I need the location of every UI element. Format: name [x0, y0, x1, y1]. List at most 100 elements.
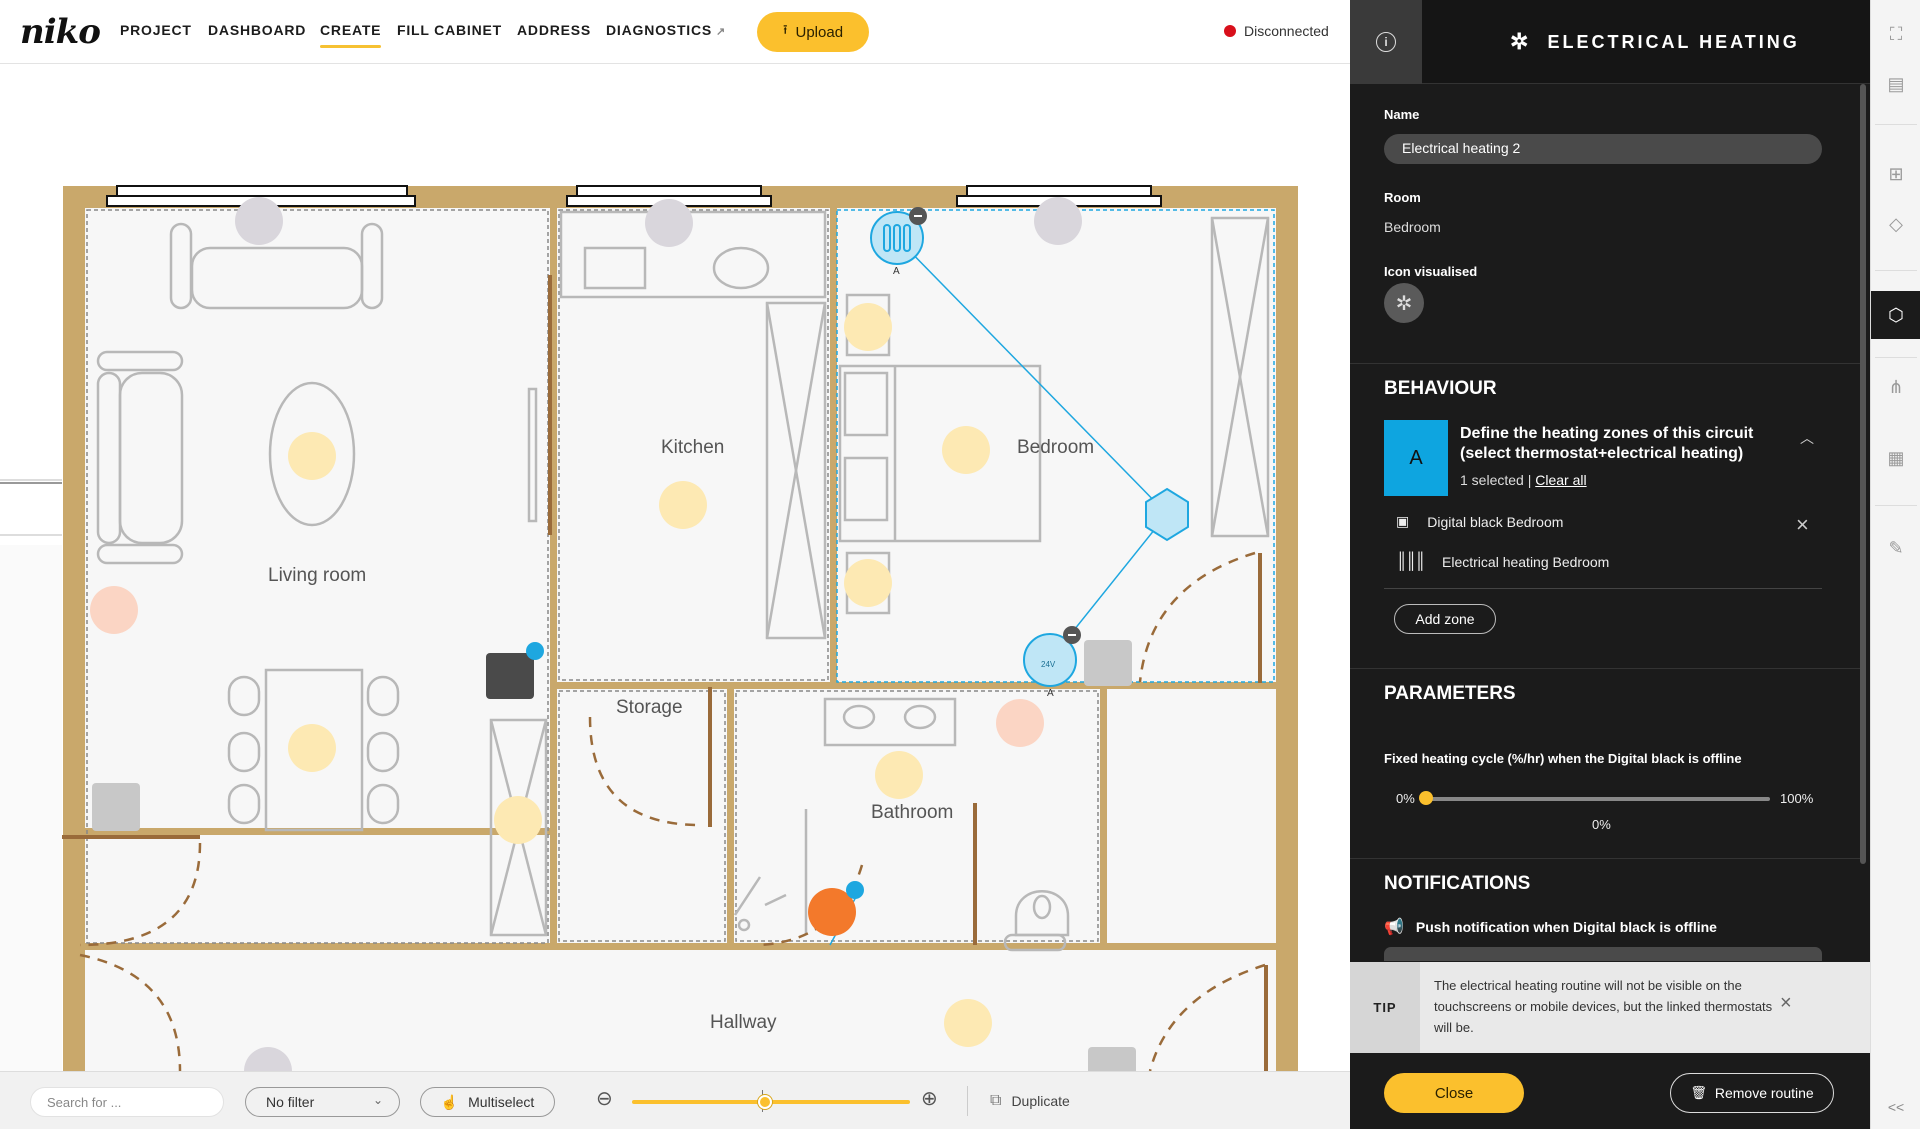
nav-diagnostics[interactable]: DIAGNOSTICS ↗	[606, 22, 726, 38]
notifications-heading: NOTIFICATIONS	[1384, 873, 1531, 894]
zoom-in-icon[interactable]: ⊕	[921, 1086, 938, 1111]
add-badge	[526, 642, 544, 660]
room-value[interactable]: Bedroom	[1384, 219, 1441, 235]
nav-create[interactable]: CREATE	[320, 22, 382, 48]
zone-a-badge[interactable]: A	[1384, 420, 1448, 496]
zone-selection-info: 1 selected | Clear all	[1460, 472, 1587, 488]
chevron-up-icon[interactable]: ︿	[1800, 428, 1814, 448]
thermostat-voltage-label: 24V	[1041, 660, 1056, 669]
grid-device-bedroom	[1084, 640, 1132, 686]
rail-divider	[1875, 124, 1917, 125]
remove-routine-button[interactable]: 🗑 Remove routine	[1670, 1073, 1834, 1113]
heating-snowflake-icon: ✲	[1510, 29, 1532, 54]
floorplan-canvas[interactable]: Living room Kitchen Bedroom Storage Bath…	[0, 65, 1350, 1071]
heating-icon-bathroom	[996, 699, 1044, 747]
add-zone-button[interactable]: Add zone	[1394, 604, 1496, 634]
connection-status: Disconnected	[1224, 23, 1329, 39]
tip-label: TIP	[1350, 962, 1420, 1053]
add-device-icon[interactable]: ⊞	[1871, 150, 1920, 198]
duplicate-icon: ⧉	[990, 1092, 1002, 1109]
clear-all-link[interactable]: Clear all	[1535, 472, 1586, 488]
niko-logo: niko	[20, 12, 101, 52]
living-lower-floor	[85, 835, 550, 943]
floorplan-drawing	[0, 185, 1298, 1071]
connections-icon[interactable]: ⋔	[1871, 363, 1920, 411]
parameters-heading: PARAMETERS	[1384, 683, 1516, 704]
status-dot-icon	[1224, 25, 1236, 37]
megaphone-icon: 📢	[1384, 919, 1404, 936]
tip-text: The electrical heating routine will not …	[1434, 978, 1773, 1035]
name-label: Name	[1384, 107, 1420, 122]
nav-project[interactable]: PROJECT	[120, 22, 192, 38]
zone-item-label: Electrical heating Bedroom	[1442, 554, 1610, 570]
upload-label: Upload	[795, 23, 844, 41]
search-input[interactable]: Search for ...	[30, 1087, 224, 1117]
panel-scrollbar[interactable]	[1860, 84, 1866, 864]
room-label-bathroom: Bathroom	[871, 802, 954, 823]
collapse-panel-icon[interactable]: <<	[1871, 1099, 1920, 1115]
heating-cycle-label: Fixed heating cycle (%/hr) when the Digi…	[1384, 751, 1742, 766]
remove-zone-item-icon[interactable]: ×	[1796, 512, 1809, 538]
storage-floor	[557, 689, 727, 943]
room-label-living-room: Living room	[268, 565, 367, 586]
room-label-storage: Storage	[616, 697, 683, 718]
nav-diagnostics-label: DIAGNOSTICS	[606, 22, 713, 38]
hand-pointer-icon: ☝	[440, 1093, 459, 1110]
upload-button[interactable]: ⭱ Upload	[757, 12, 869, 52]
calendar-icon[interactable]: ▦	[1871, 434, 1920, 482]
fullscreen-icon[interactable]: ⛶	[1871, 10, 1920, 58]
info-tab[interactable]: i	[1350, 0, 1422, 84]
routine-icon[interactable]: ⬡	[1871, 291, 1920, 339]
filter-dropdown[interactable]: No filter ⌄	[245, 1087, 400, 1117]
section-divider	[1350, 363, 1860, 364]
map-icon[interactable]: ▤	[1871, 60, 1920, 108]
rail-divider	[1875, 357, 1917, 358]
notification-message-field[interactable]	[1384, 947, 1822, 961]
room-label-hallway: Hallway	[710, 1012, 777, 1033]
heater-zone-label: A	[893, 266, 900, 277]
trash-icon: 🗑	[1690, 1085, 1707, 1100]
tools-icon[interactable]: ✎	[1871, 524, 1920, 572]
zoom-slider-handle[interactable]	[758, 1095, 773, 1109]
name-input[interactable]: Electrical heating 2	[1384, 134, 1822, 164]
shapes-icon[interactable]: ◇	[1871, 200, 1920, 248]
zone-item-thermostat[interactable]: ▣ Digital black Bedroom	[1396, 513, 1563, 530]
slider-value: 0%	[1592, 817, 1611, 832]
icon-visualised-button[interactable]: ✲	[1384, 283, 1424, 323]
multiselect-button[interactable]: ☝ Multiselect	[420, 1087, 555, 1117]
icon-visualised-label: Icon visualised	[1384, 264, 1478, 279]
selected-count: 1 selected |	[1460, 472, 1532, 488]
panel-header: i ✲ ELECTRICAL HEATING	[1350, 0, 1870, 84]
remove-routine-label: Remove routine	[1714, 1085, 1814, 1101]
heating-cycle-slider[interactable]	[1426, 797, 1770, 801]
zone-item-heating[interactable]: ║║║ Electrical heating Bedroom	[1396, 553, 1609, 571]
radiator-icon: ║║║	[1396, 553, 1426, 570]
multiselect-label: Multiselect	[468, 1094, 535, 1110]
grid-device-living	[92, 783, 140, 831]
upload-icon: ⭱	[782, 22, 788, 37]
zoom-out-icon[interactable]: ⊖	[596, 1086, 613, 1111]
routine-settings-panel: i ✲ ELECTRICAL HEATING Name Electrical h…	[1350, 0, 1870, 1129]
heating-cycle-handle[interactable]	[1419, 791, 1433, 805]
thermostat-zone-label: A	[1047, 688, 1054, 699]
nav-fill-cabinet[interactable]: FILL CABINET	[397, 22, 502, 38]
toolbar-divider	[967, 1086, 968, 1116]
thermostat-icon: ▣	[1396, 513, 1410, 529]
rail-divider	[1875, 270, 1917, 271]
nav-dashboard[interactable]: DASHBOARD	[208, 22, 306, 38]
duplicate-button[interactable]: ⧉ Duplicate	[990, 1092, 1070, 1110]
section-divider	[1350, 858, 1860, 859]
tip-box: TIP The electrical heating routine will …	[1350, 962, 1870, 1053]
tip-close-icon[interactable]: ×	[1780, 992, 1792, 1015]
section-divider	[1350, 668, 1860, 669]
slider-min-label: 0%	[1396, 791, 1415, 806]
selected-device-dark	[486, 653, 534, 699]
rail-divider	[1875, 505, 1917, 506]
behaviour-heading: BEHAVIOUR	[1384, 378, 1497, 399]
close-button[interactable]: Close	[1384, 1073, 1524, 1113]
nav-address[interactable]: ADDRESS	[517, 22, 591, 38]
push-notification-row[interactable]: 📢 Push notification when Digital black i…	[1384, 917, 1717, 937]
push-notification-label: Push notification when Digital black is …	[1415, 919, 1717, 935]
right-icon-rail: ⛶ ▤ ⊞ ◇ ⬡ ⋔ ▦ ✎ <<	[1870, 0, 1920, 1129]
bathroom-right-floor	[1107, 689, 1276, 943]
